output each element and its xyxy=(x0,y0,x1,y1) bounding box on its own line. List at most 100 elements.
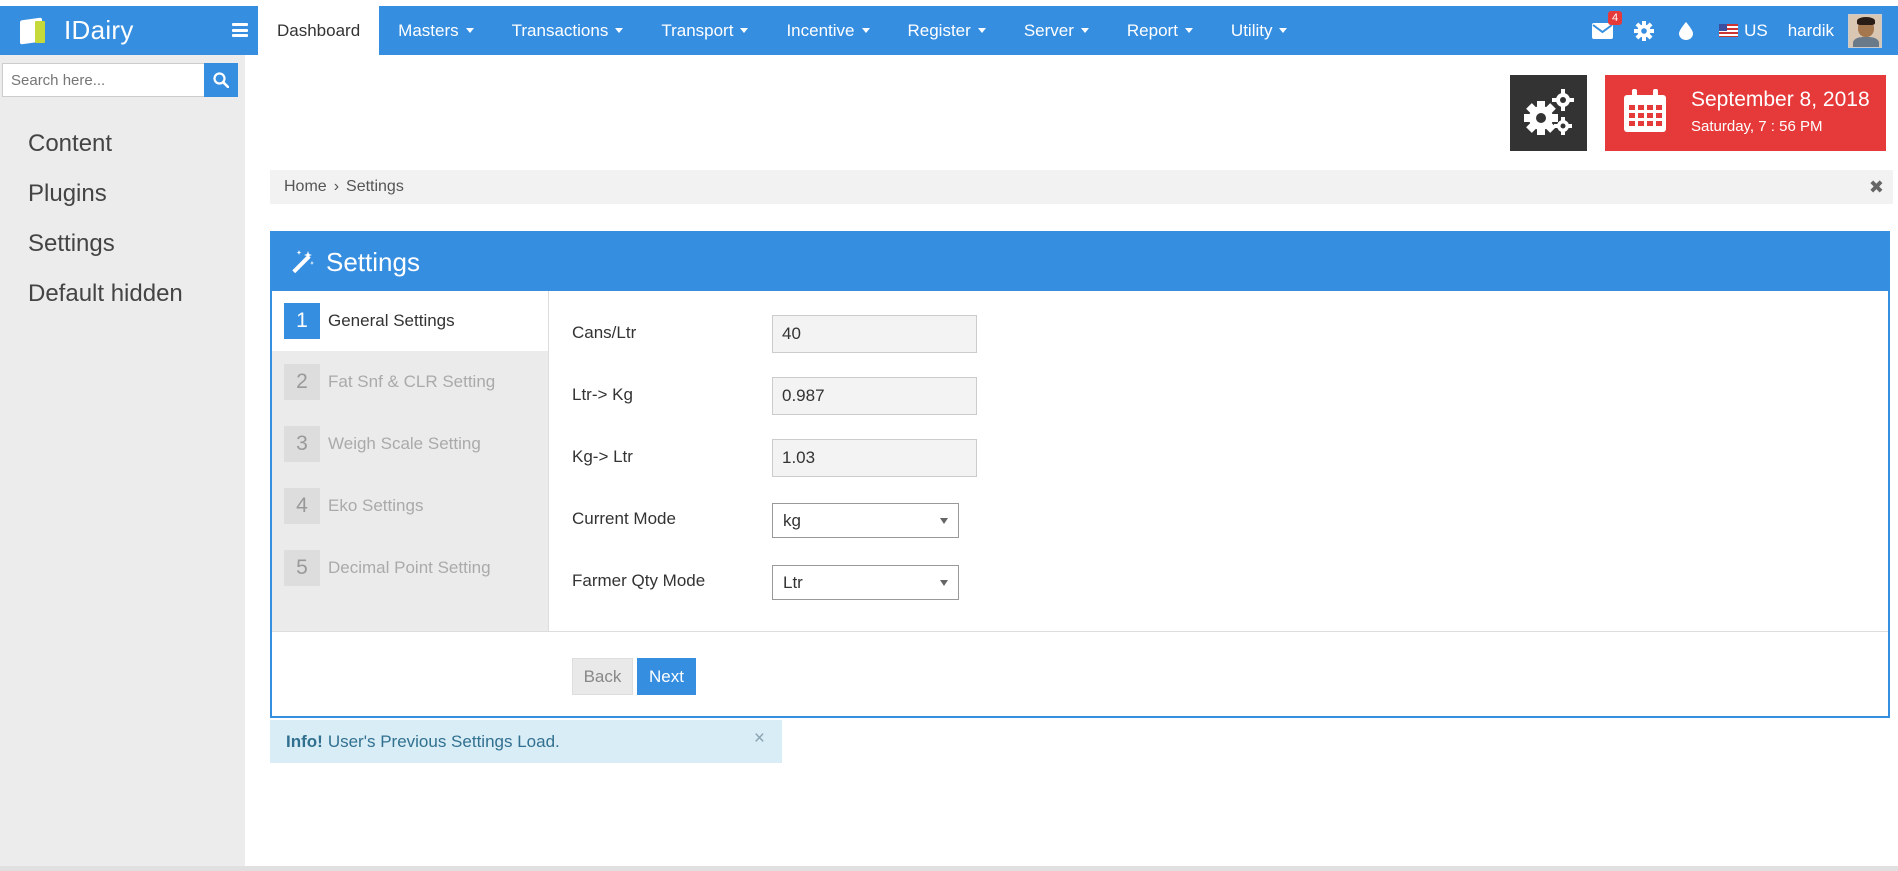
general-settings-form: Cans/Ltr Ltr-> Kg Kg-> Ltr Current Mode … xyxy=(572,315,977,625)
current-mode-select[interactable]: kg xyxy=(772,503,959,538)
menu-item-transactions[interactable]: Transactions xyxy=(493,6,643,55)
step-general-settings[interactable]: 1 General Settings xyxy=(272,291,548,351)
menu-label: Transactions xyxy=(511,20,609,40)
close-icon[interactable]: ✖ xyxy=(1869,177,1884,198)
bottom-strip xyxy=(0,866,1898,871)
step-number: 5 xyxy=(284,550,320,586)
settings-panel: Settings 1 General Settings 2 Fat Snf & … xyxy=(270,231,1890,718)
menu-label: Utility xyxy=(1230,20,1273,40)
settings-button[interactable] xyxy=(1632,19,1656,43)
menu-item-utility[interactable]: Utility xyxy=(1212,6,1307,55)
magic-wand-icon xyxy=(292,250,314,274)
divider xyxy=(272,631,1888,632)
search-button[interactable] xyxy=(204,63,238,97)
current-mode-value: kg xyxy=(783,510,801,530)
search-icon xyxy=(213,72,229,88)
envelope-icon xyxy=(1591,22,1613,39)
user-name[interactable]: hardik xyxy=(1788,21,1834,41)
language-selector[interactable]: US xyxy=(1719,21,1768,41)
menu-item-server[interactable]: Server xyxy=(1005,6,1108,55)
back-button[interactable]: Back xyxy=(572,658,633,695)
step-label: Eko Settings xyxy=(328,496,424,515)
field-row: Kg-> Ltr xyxy=(572,439,977,501)
caret-down-icon xyxy=(861,28,870,33)
next-button[interactable]: Next xyxy=(637,658,696,695)
step-label: General Settings xyxy=(328,311,455,330)
brand: IDairy xyxy=(0,6,258,55)
menu-item-dashboard[interactable]: Dashboard xyxy=(258,6,380,55)
theme-button[interactable] xyxy=(1674,19,1698,43)
farmer-qty-mode-value: Ltr xyxy=(783,572,803,592)
menu-item-transport[interactable]: Transport xyxy=(642,6,767,55)
avatar[interactable] xyxy=(1848,13,1882,48)
cans-ltr-label: Cans/Ltr xyxy=(572,323,637,342)
hamburger-menu-icon[interactable] xyxy=(232,23,248,37)
menu-label: Transport xyxy=(661,20,734,40)
step-label: Weigh Scale Setting xyxy=(328,434,481,453)
sidebar-nav: Content Plugins Settings Default hidden xyxy=(28,119,183,319)
menu-label: Register xyxy=(907,20,971,40)
step-weigh-scale-setting[interactable]: 3 Weigh Scale Setting xyxy=(272,413,548,475)
alert-text: User's Previous Settings Load. xyxy=(327,731,560,751)
ltr-kg-input[interactable] xyxy=(772,377,977,415)
menu-item-masters[interactable]: Masters xyxy=(379,6,492,55)
settings-tile[interactable] xyxy=(1510,75,1587,151)
mail-button[interactable]: 4 xyxy=(1590,10,1623,43)
panel-header: Settings xyxy=(272,233,1888,291)
search-input[interactable] xyxy=(2,63,204,97)
language-label: US xyxy=(1744,20,1768,40)
menu-label: Server xyxy=(1023,20,1074,40)
sidebar-item-plugins[interactable]: Plugins xyxy=(28,169,183,219)
alert-strong: Info! xyxy=(286,731,323,751)
kg-ltr-label: Kg-> Ltr xyxy=(572,447,633,466)
current-mode-label: Current Mode xyxy=(572,509,676,528)
wizard-steps: 1 General Settings 2 Fat Snf & CLR Setti… xyxy=(272,291,549,631)
droplet-icon xyxy=(1679,21,1694,40)
sidebar-item-default-hidden[interactable]: Default hidden xyxy=(28,269,183,319)
menu-label: Incentive xyxy=(786,20,855,40)
step-fat-snf-clr-setting[interactable]: 2 Fat Snf & CLR Setting xyxy=(272,351,548,413)
gear-icon xyxy=(1634,20,1655,41)
panel-title: Settings xyxy=(326,246,420,277)
step-eko-settings[interactable]: 4 Eko Settings xyxy=(272,475,548,537)
sidebar: Content Plugins Settings Default hidden xyxy=(0,55,245,871)
breadcrumb-current: Settings xyxy=(346,178,404,195)
caret-down-icon xyxy=(740,28,749,33)
step-number: 4 xyxy=(284,488,320,524)
field-row: Cans/Ltr xyxy=(572,315,977,377)
farmer-qty-mode-select[interactable]: Ltr xyxy=(772,565,959,600)
date-tile: September 8, 2018 Saturday, 7 : 56 PM xyxy=(1605,75,1886,151)
info-alert: Info! User's Previous Settings Load. × xyxy=(270,720,782,763)
app-logo-icon xyxy=(20,16,48,45)
top-navbar: IDairy Dashboard Masters Transactions Tr… xyxy=(0,6,1898,55)
main-content: September 8, 2018 Saturday, 7 : 56 PM Ho… xyxy=(245,55,1898,866)
menu-label: Report xyxy=(1126,20,1178,40)
right-nav: 4 US hardik xyxy=(1581,6,1898,55)
alert-close-icon[interactable]: × xyxy=(754,728,765,750)
sidebar-search xyxy=(2,63,238,97)
menu-item-report[interactable]: Report xyxy=(1108,6,1212,55)
breadcrumb: Home › Settings ✖ xyxy=(270,170,1893,204)
breadcrumb-home[interactable]: Home xyxy=(284,178,327,196)
caret-down-icon xyxy=(977,28,986,33)
gears-icon xyxy=(1523,89,1574,135)
step-label: Fat Snf & CLR Setting xyxy=(328,372,496,391)
menu-item-incentive[interactable]: Incentive xyxy=(767,6,888,55)
current-date: September 8, 2018 xyxy=(1691,88,1870,111)
breadcrumb-separator: › xyxy=(333,178,340,195)
caret-down-icon xyxy=(465,28,474,33)
dropdown-arrow-icon xyxy=(940,579,948,586)
cans-ltr-input[interactable] xyxy=(772,315,977,353)
caret-down-icon xyxy=(1279,28,1288,33)
field-row: Ltr-> Kg xyxy=(572,377,977,439)
app-name: IDairy xyxy=(64,15,134,45)
menu-item-register[interactable]: Register xyxy=(889,6,1005,55)
step-decimal-point-setting[interactable]: 5 Decimal Point Setting xyxy=(272,537,548,599)
field-row: Current Mode kg xyxy=(572,501,977,563)
step-number: 2 xyxy=(284,364,320,400)
caret-down-icon xyxy=(1184,28,1193,33)
sidebar-item-settings[interactable]: Settings xyxy=(28,219,183,269)
kg-ltr-input[interactable] xyxy=(772,439,977,477)
us-flag-icon xyxy=(1719,24,1739,37)
sidebar-item-content[interactable]: Content xyxy=(28,119,183,169)
